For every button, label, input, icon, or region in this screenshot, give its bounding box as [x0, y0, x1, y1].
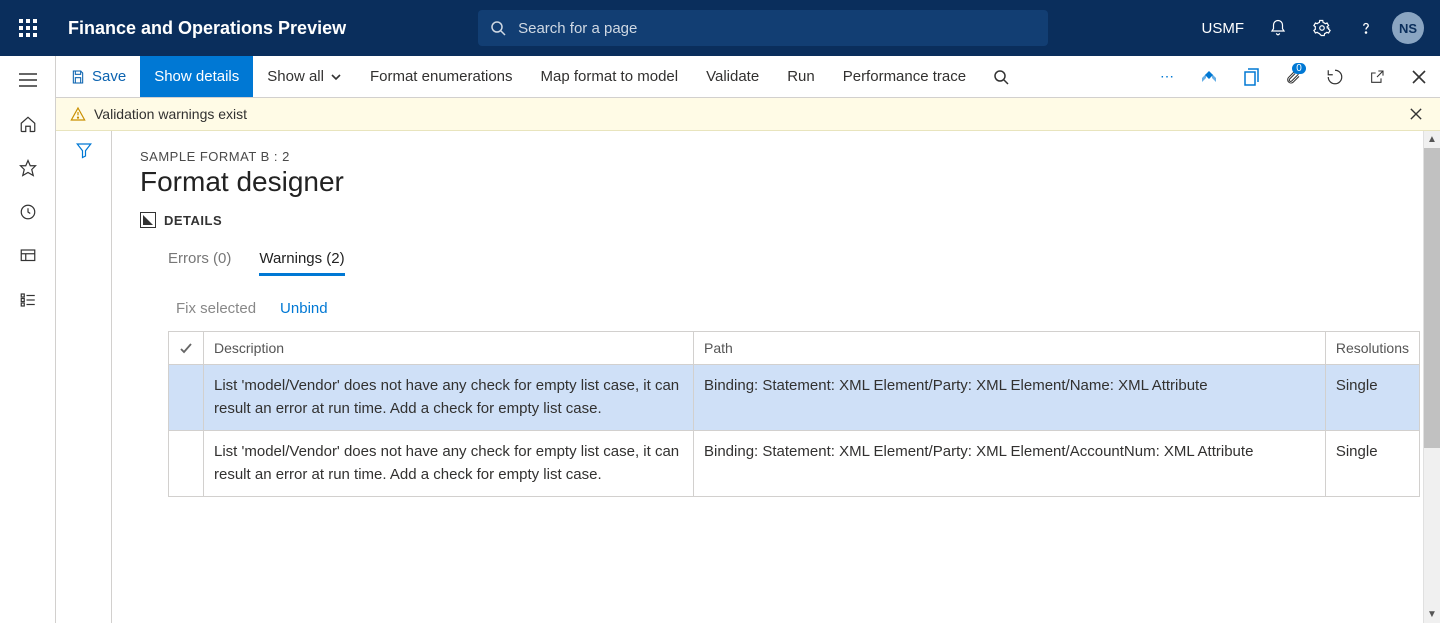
workspace-icon[interactable]: [4, 236, 52, 276]
search-input[interactable]: [516, 19, 1036, 38]
left-rail: [0, 56, 56, 623]
performance-trace-button[interactable]: Performance trace: [829, 56, 980, 97]
cell-resolutions: Single: [1325, 365, 1419, 431]
save-icon: [70, 69, 86, 85]
validate-button[interactable]: Validate: [692, 56, 773, 97]
modules-icon[interactable]: [4, 280, 52, 320]
run-button[interactable]: Run: [773, 56, 829, 97]
map-format-to-model-button[interactable]: Map format to model: [527, 56, 693, 97]
show-details-label: Show details: [154, 68, 239, 85]
app-title: Finance and Operations Preview: [60, 18, 346, 39]
attachments-icon[interactable]: 0: [1272, 56, 1314, 97]
table-row[interactable]: List 'model/Vendor' does not have any ch…: [169, 431, 1420, 497]
scroll-down-arrow-icon[interactable]: ▼: [1424, 606, 1440, 623]
collapse-triangle-icon: [140, 212, 156, 228]
header-right: USMF NS: [1194, 10, 1433, 46]
details-section-header[interactable]: DETAILS: [140, 212, 1440, 228]
warning-icon: [70, 106, 86, 122]
tab-errors[interactable]: Errors (0): [168, 250, 231, 276]
grid-select-all[interactable]: [169, 332, 204, 365]
warning-banner-text: Validation warnings exist: [94, 106, 247, 122]
cell-description: List 'model/Vendor' does not have any ch…: [204, 365, 694, 431]
waffle-icon[interactable]: [8, 8, 48, 48]
close-icon[interactable]: [1398, 56, 1440, 97]
row-select-cell[interactable]: [169, 431, 204, 497]
scroll-thumb[interactable]: [1424, 148, 1440, 448]
search-box[interactable]: [478, 10, 1048, 46]
scroll-up-arrow-icon[interactable]: ▲: [1424, 131, 1440, 148]
col-resolutions[interactable]: Resolutions: [1325, 332, 1419, 365]
show-details-button[interactable]: Show details: [140, 56, 253, 97]
avatar[interactable]: NS: [1392, 12, 1424, 44]
col-description[interactable]: Description: [204, 332, 694, 365]
global-header: Finance and Operations Preview USMF NS: [0, 0, 1440, 56]
fix-selected-button: Fix selected: [176, 300, 256, 317]
hamburger-icon[interactable]: [4, 60, 52, 100]
cell-path: Binding: Statement: XML Element/Party: X…: [694, 431, 1326, 497]
row-select-cell[interactable]: [169, 365, 204, 431]
legal-entity[interactable]: USMF: [1194, 20, 1253, 37]
help-icon[interactable]: [1348, 10, 1384, 46]
attachments-badge: 0: [1292, 63, 1306, 74]
table-row[interactable]: List 'model/Vendor' does not have any ch…: [169, 365, 1420, 431]
cell-resolutions: Single: [1325, 431, 1419, 497]
show-all-button[interactable]: Show all: [253, 56, 356, 97]
filter-icon[interactable]: [75, 141, 93, 623]
breadcrumb: SAMPLE FORMAT B : 2: [140, 149, 1440, 164]
bell-icon[interactable]: [1260, 10, 1296, 46]
details-label: DETAILS: [164, 213, 222, 228]
checkmark-icon: [179, 341, 193, 355]
page-title: Format designer: [140, 166, 1440, 198]
grid-toolbar: Fix selected Unbind: [176, 300, 1440, 317]
search-container: [478, 10, 1048, 46]
warnings-grid: Description Path Resolutions List 'model…: [168, 331, 1420, 497]
gear-icon[interactable]: [1304, 10, 1340, 46]
more-icon[interactable]: ⋯: [1146, 56, 1188, 97]
home-icon[interactable]: [4, 104, 52, 144]
cell-path: Binding: Statement: XML Element/Party: X…: [694, 365, 1326, 431]
unbind-button[interactable]: Unbind: [280, 300, 328, 317]
tab-warnings[interactable]: Warnings (2): [259, 250, 344, 276]
star-icon[interactable]: [4, 148, 52, 188]
cell-description: List 'model/Vendor' does not have any ch…: [204, 431, 694, 497]
save-button[interactable]: Save: [56, 56, 140, 97]
content-main: SAMPLE FORMAT B : 2 Format designer DETA…: [112, 131, 1440, 623]
refresh-icon[interactable]: [1314, 56, 1356, 97]
popout-icon[interactable]: [1356, 56, 1398, 97]
find-icon[interactable]: [980, 56, 1022, 97]
diamond-icon[interactable]: [1188, 56, 1230, 97]
warning-banner: Validation warnings exist: [56, 98, 1440, 131]
clock-icon[interactable]: [4, 192, 52, 232]
tabs: Errors (0) Warnings (2): [168, 250, 1440, 276]
content-rail: [56, 131, 112, 623]
warning-banner-close-icon[interactable]: [1406, 104, 1426, 124]
format-enumerations-button[interactable]: Format enumerations: [356, 56, 527, 97]
search-icon: [490, 20, 506, 36]
save-label: Save: [92, 68, 126, 85]
action-bar: Save Show details Show all Format enumer…: [56, 56, 1440, 98]
vertical-scrollbar[interactable]: ▲ ▼: [1423, 131, 1440, 623]
col-path[interactable]: Path: [694, 332, 1326, 365]
chevron-down-icon: [330, 71, 342, 83]
documents-icon[interactable]: [1230, 56, 1272, 97]
show-all-label: Show all: [267, 68, 324, 85]
grid-area: Description Path Resolutions List 'model…: [168, 331, 1420, 497]
